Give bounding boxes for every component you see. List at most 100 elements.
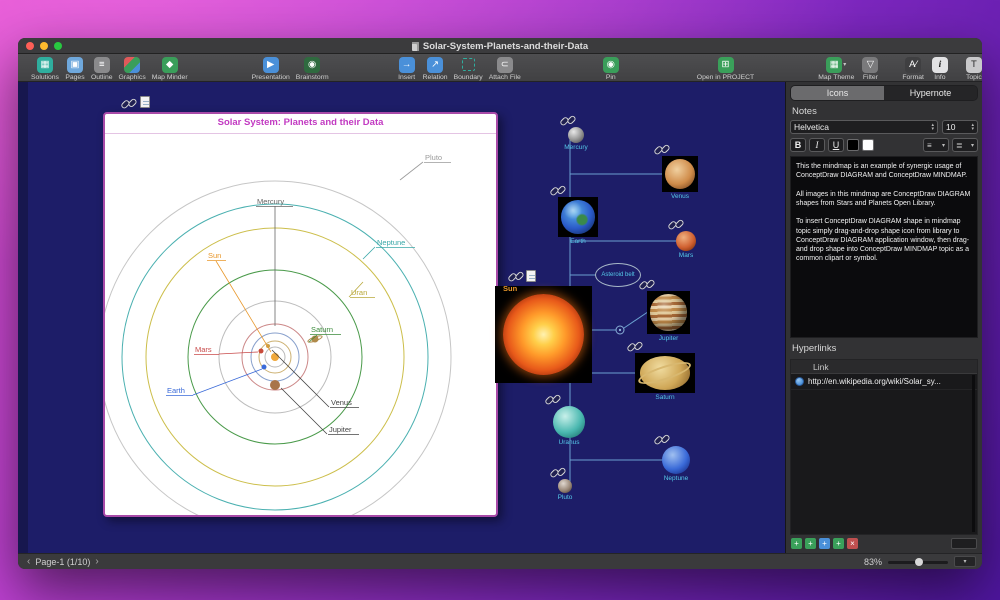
note-icon [526,270,536,282]
remove-icon[interactable]: × [847,538,858,549]
minimize-button[interactable] [40,42,48,50]
svg-text:Earth: Earth [167,386,185,395]
title-bar[interactable]: Solar-System-Planets-and-their-Data [18,38,982,54]
toolbar-group: T Topic [961,56,982,81]
toolbar-relation-button[interactable]: ↗ Relation [420,56,451,81]
toolbar-info-button[interactable]: i Info [927,56,953,81]
font-family-value: Helvetica [794,122,829,132]
mindmap-node-mercury[interactable]: Mercury [559,114,588,151]
add-image-icon[interactable]: + [833,538,844,549]
alignment-select[interactable]: ≣ ▾ [952,138,978,152]
document-icon [411,41,419,51]
tab-icons[interactable]: Icons [791,86,884,100]
toolbar-group: ⊞ Open in PROJECT [694,56,757,81]
toolbar-iconwrap: ≡ [93,56,110,73]
mindmap-node-jupiter[interactable]: Jupiter [638,278,690,342]
earth-planet-image [561,200,595,234]
toolbar-open-in-project-button[interactable]: ⊞ Open in PROJECT [694,56,757,81]
hyperlink-url: http://en.wikipedia.org/wiki/Solar_sy... [808,377,941,386]
highlight-color-swatch[interactable] [862,139,874,151]
mindmap-node-saturn[interactable]: Saturn [626,340,695,401]
scrollbar-track[interactable] [972,375,975,532]
stepper-icon: ▴ ▾ [971,121,974,132]
toolbar-map-minder-button[interactable]: ◆ Map Minder [149,56,191,81]
toolbar-boundary-button[interactable]: Boundary [451,56,486,81]
toolbar-topic-button[interactable]: T Topic [961,56,982,81]
toolbar-iconwrap: ▣ [66,56,83,73]
toolbar-graphics-button[interactable]: Graphics [116,56,149,81]
notes-textarea[interactable]: This the mindmap is an example of synerg… [790,156,978,338]
graphics-icon [124,56,141,73]
mindmap-label-uranus: Uranus [558,439,580,446]
app-window: Solar-System-Planets-and-their-Data ▦ Sol… [18,38,982,569]
mindmap-node-asteroid-belt[interactable]: Asteroid belt [595,263,641,287]
toolbar-iconwrap: → [398,56,415,73]
add-symbol-icon[interactable]: + [819,538,830,549]
toolbar-presentation-button[interactable]: ▶ Presentation [249,56,293,81]
mindmap-node-uranus[interactable]: Uranus [544,393,585,446]
mindmap-node-mars[interactable]: Mars [667,218,696,259]
svg-text:Pluto: Pluto [425,153,442,162]
topic-icon: T [965,56,982,73]
toolbar-brainstorm-button[interactable]: ◉ Brainstorm [293,56,332,81]
mindmap-node-pluto[interactable]: Pluto [549,466,572,501]
underline-button[interactable]: U [828,138,844,152]
font-family-select[interactable]: Helvetica ▴ ▾ [790,120,938,134]
toolbar-boundary-label: Boundary [453,74,483,81]
format-icon: A∕ [905,56,922,73]
toolbar-iconwrap: ▽ [862,56,879,73]
main-area: Solar System: Planets and their Data Plu… [18,82,982,553]
diagram-note-icon [140,96,150,108]
font-row: Helvetica ▴ ▾ 10 ▴ ▾ [790,120,978,134]
toolbar-map-theme-button[interactable]: ▦ ▾ Map Theme [815,56,857,81]
zoom-slider[interactable] [888,557,948,567]
toolbar-pages-button[interactable]: ▣ Pages [62,56,88,81]
boundary-icon [461,58,475,71]
toolbar-info-label: Info [934,74,946,81]
list-format-select[interactable]: ≡ ▾ [923,138,949,152]
mindmap-node-earth[interactable]: Earth [549,184,598,245]
sidebar-panel: Icons Hypernote Notes Helvetica ▴ ▾ 10 ▴ ▾ [785,82,982,553]
zoom-options-button[interactable]: ▾ [954,556,976,567]
mindmap-label-earth: Earth [570,238,586,245]
hyperlink-row[interactable]: http://en.wikipedia.org/wiki/Solar_sy... [791,374,977,390]
toolbar-map-theme-label: Map Theme [818,74,855,81]
page-indicator[interactable]: Page-1 (1/10) [33,557,92,567]
mindmap-node-neptune[interactable]: Neptune [653,433,690,482]
toolbar-group: ▶ Presentation ◉ Brainstorm [249,56,332,81]
tab-hypernote[interactable]: Hypernote [884,86,977,100]
toolbar-format-button[interactable]: A∕ Format [899,56,927,81]
close-button[interactable] [26,42,34,50]
add-note-icon[interactable]: + [791,538,802,549]
mindmap-label-mercury: Mercury [564,144,588,151]
panel-options-button[interactable] [951,538,977,549]
toolbar-filter-label: Filter [862,74,878,81]
toolbar-outline-button[interactable]: ≡ Outline [88,56,116,81]
toolbar-solutions-button[interactable]: ▦ Solutions [28,56,62,81]
font-size-select[interactable]: 10 ▴ ▾ [942,120,978,134]
toolbar-brainstorm-label: Brainstorm [295,74,329,81]
bold-button[interactable]: B [790,138,806,152]
zoom-button[interactable] [54,42,62,50]
brainstorm-icon: ◉ [304,56,321,73]
toolbar-filter-button[interactable]: ▽ Filter [857,56,883,81]
sidebar-bottom-toolbar: + + + + × [790,535,978,551]
mindmap-node-venus[interactable]: Venus [653,143,698,200]
italic-button[interactable]: I [809,138,825,152]
next-page-button[interactable]: › [92,556,101,567]
toolbar-pin-button[interactable]: ◉ Pin [598,56,624,81]
text-color-swatch[interactable] [847,139,859,151]
diagram-topic-panel[interactable]: Solar System: Planets and their Data Plu… [103,112,498,517]
prev-page-button[interactable]: ‹ [24,556,33,567]
mindmap-node-sun[interactable]: Sun [495,270,592,383]
toolbar-iconwrap: T [965,56,982,73]
toolbar-iconwrap: ⊂ [496,56,513,73]
add-hyperlink-icon[interactable]: + [805,538,816,549]
canvas[interactable]: Solar System: Planets and their Data Plu… [18,82,785,553]
toolbar-attach-file-button[interactable]: ⊂ Attach File [486,56,524,81]
relation-icon: ↗ [427,56,444,73]
filter-icon: ▽ [862,56,879,73]
zoom-slider-knob[interactable] [915,557,923,566]
stepper-icon: ▴ ▾ [931,121,934,132]
toolbar-insert-button[interactable]: → Insert [394,56,420,81]
